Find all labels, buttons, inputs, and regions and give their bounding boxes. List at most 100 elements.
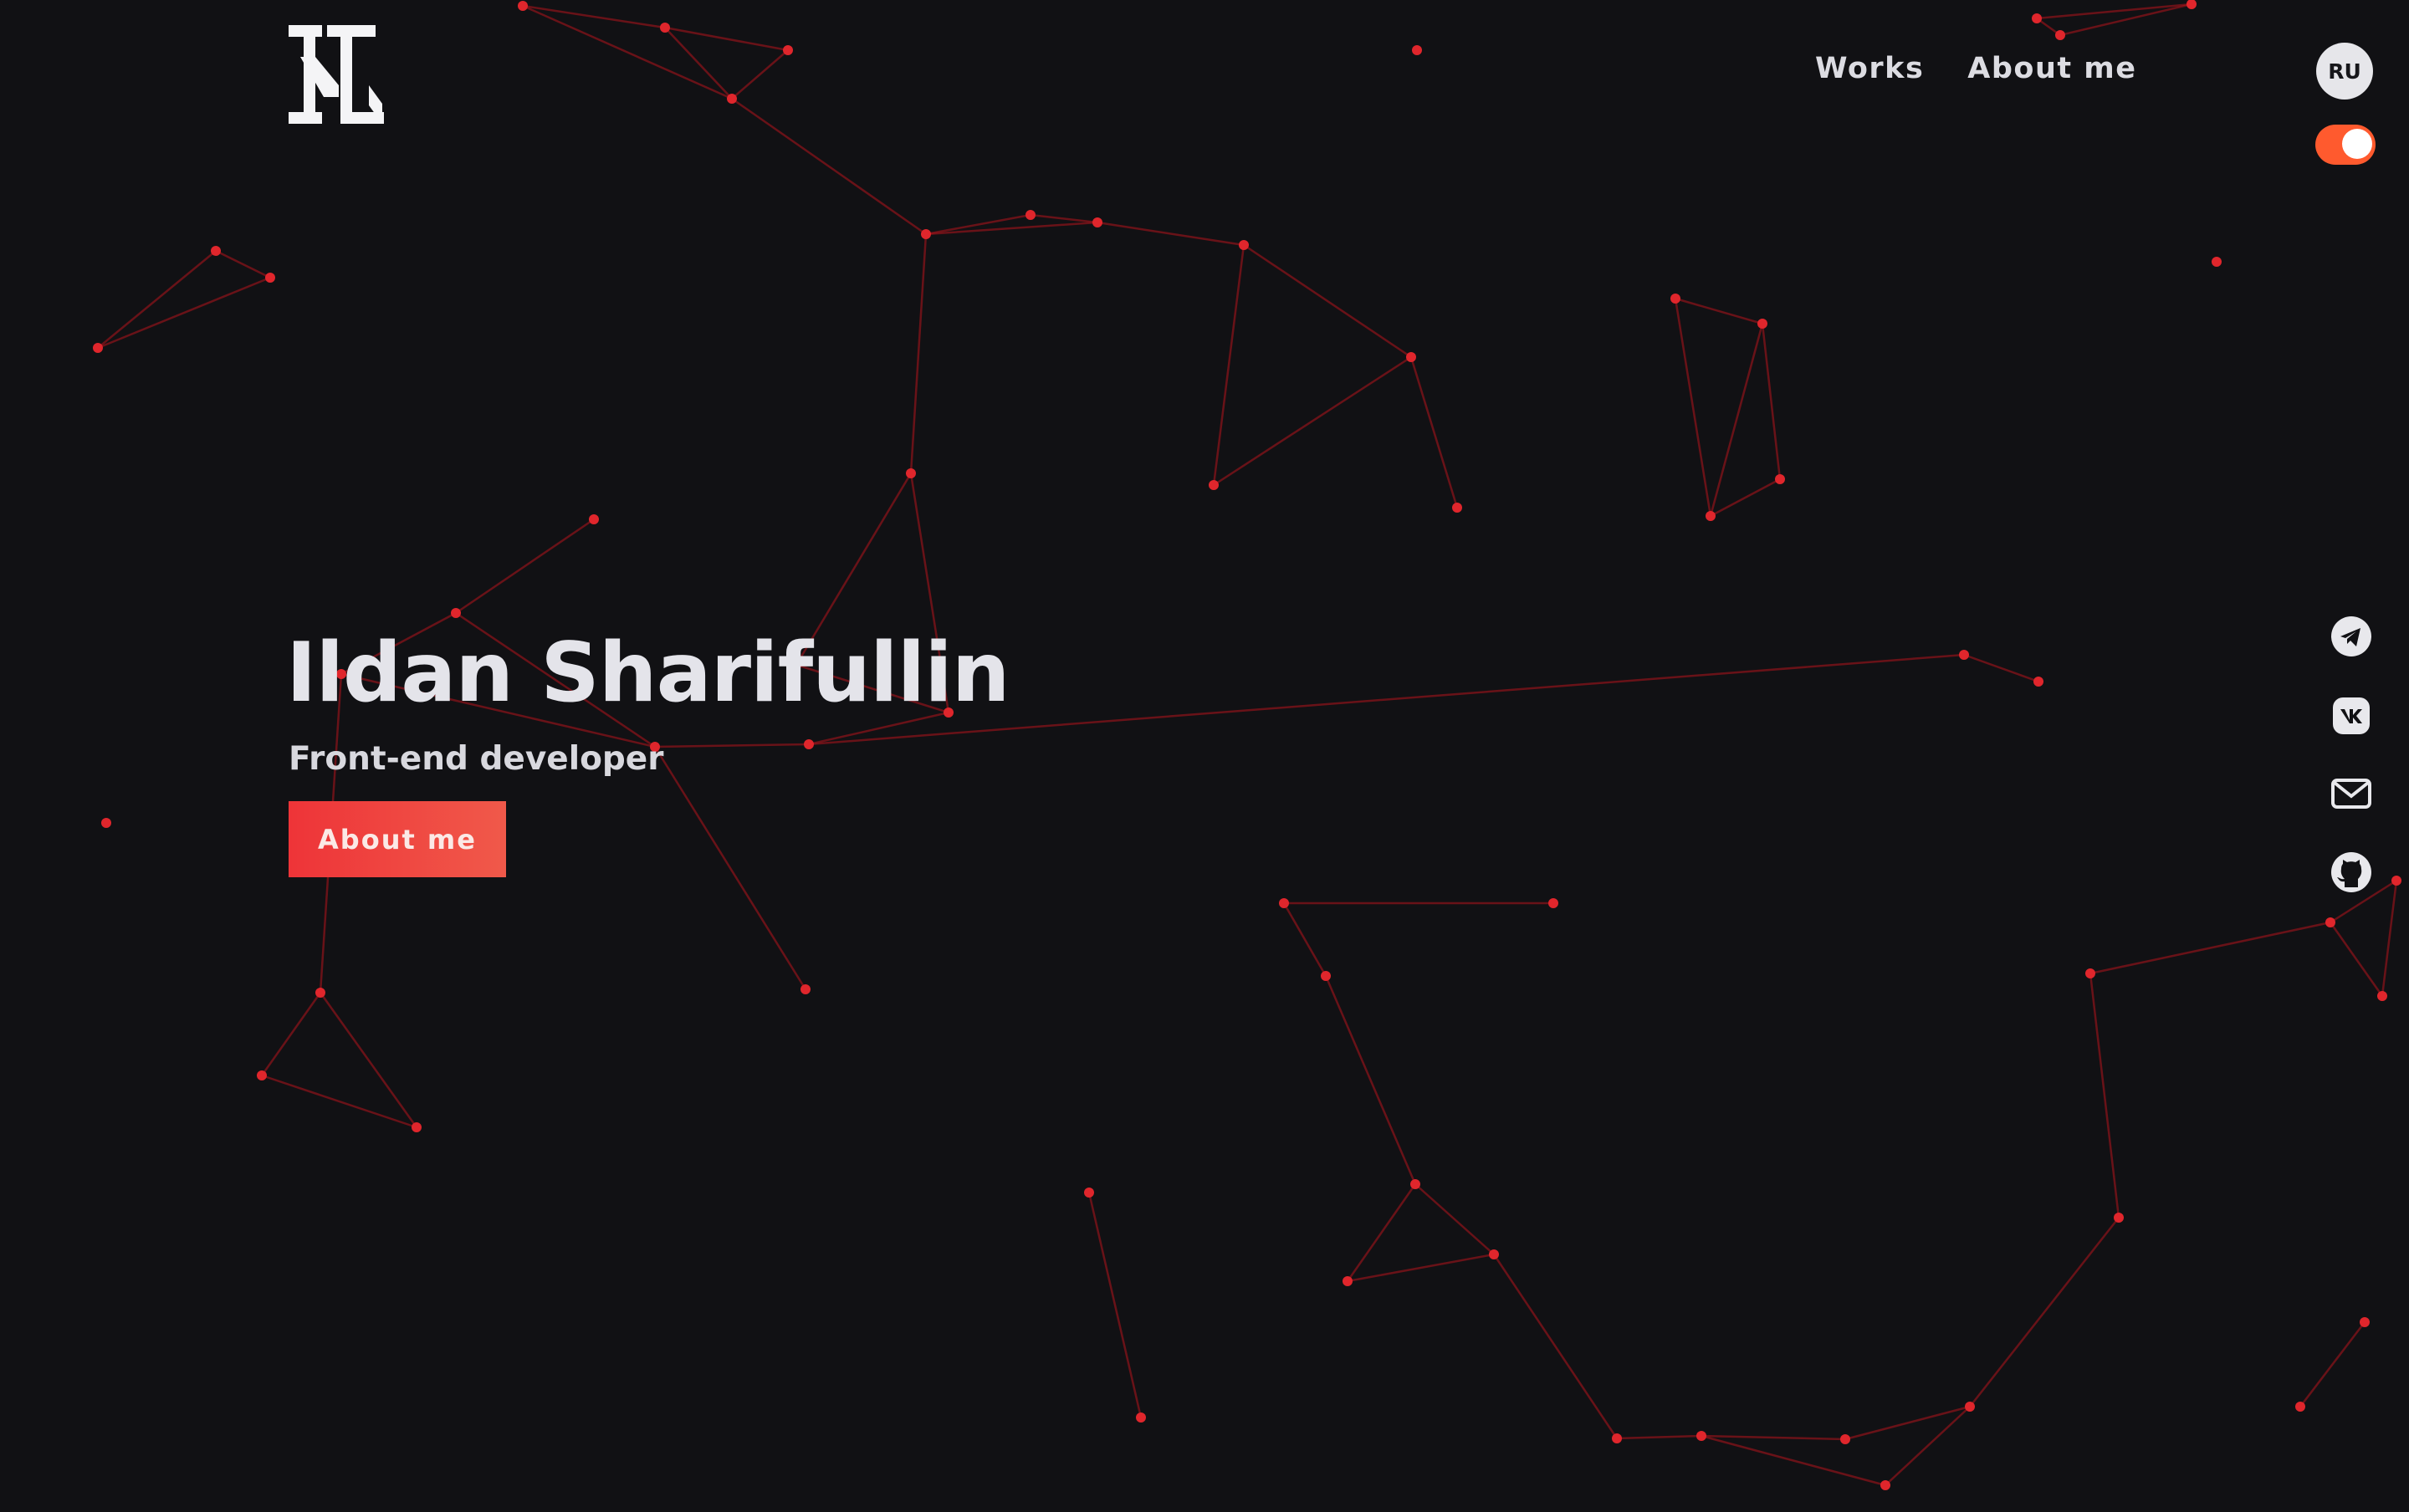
theme-toggle-switch[interactable] xyxy=(2315,125,2376,165)
il-monogram-logo[interactable] xyxy=(289,25,389,125)
network-link xyxy=(1087,1192,1143,1418)
network-node xyxy=(1612,1433,1622,1443)
network-link xyxy=(1346,1183,1417,1282)
network-node xyxy=(1489,1249,1499,1259)
network-link xyxy=(1709,323,1764,517)
network-node xyxy=(2114,1213,2124,1223)
network-node xyxy=(315,988,325,998)
network-node xyxy=(1412,45,1422,55)
network-link xyxy=(1030,213,1098,224)
network-node xyxy=(800,984,811,994)
network-link xyxy=(1616,1434,1702,1440)
network-link xyxy=(1324,975,1417,1185)
network-link xyxy=(1282,902,1327,977)
network-link xyxy=(319,992,418,1128)
network-node xyxy=(101,818,111,828)
network-link xyxy=(1710,478,1781,518)
network-node xyxy=(1840,1434,1850,1444)
telegram-icon[interactable] xyxy=(2330,616,2372,657)
main-nav: Works About me xyxy=(1815,52,2137,85)
mail-icon[interactable] xyxy=(2330,773,2372,815)
network-node xyxy=(1084,1188,1094,1198)
network-link xyxy=(522,4,733,100)
network-link xyxy=(1963,653,2039,683)
network-link xyxy=(731,49,789,100)
network-node xyxy=(906,468,916,478)
network-link xyxy=(1492,1254,1619,1439)
network-link xyxy=(1969,1217,2120,1407)
network-node xyxy=(265,273,275,283)
network-link xyxy=(1097,221,1245,247)
network-link xyxy=(2381,880,2398,997)
network-link xyxy=(1414,1183,1495,1255)
network-node xyxy=(921,229,931,239)
network-node xyxy=(804,739,814,749)
hero-title: Ildan Sharifullin xyxy=(286,626,1010,721)
network-link xyxy=(1761,323,1782,480)
network-link xyxy=(1347,1253,1495,1283)
network-node xyxy=(2377,991,2387,1001)
network-link xyxy=(1213,355,1412,487)
network-link xyxy=(925,221,1098,236)
network-node xyxy=(1025,210,1036,220)
network-node xyxy=(2187,0,2197,9)
network-node xyxy=(1965,1402,1975,1412)
vk-icon[interactable] xyxy=(2330,695,2372,737)
network-link xyxy=(2089,973,2120,1218)
network-node xyxy=(783,45,793,55)
network-link xyxy=(260,992,322,1076)
network-node xyxy=(257,1070,267,1080)
network-link xyxy=(654,743,810,748)
network-node xyxy=(1321,971,1331,981)
nav-link-works[interactable]: Works xyxy=(1815,52,1924,85)
network-node xyxy=(2055,30,2065,40)
network-node xyxy=(1452,503,1462,513)
toggle-knob xyxy=(2342,129,2372,159)
network-node xyxy=(1706,511,1716,521)
network-node xyxy=(2325,917,2335,927)
network-link xyxy=(2299,1321,2366,1407)
network-link xyxy=(1675,297,1763,325)
network-node xyxy=(589,514,599,524)
network-node xyxy=(1959,650,1969,660)
network-node xyxy=(2032,13,2042,23)
about-me-button[interactable]: About me xyxy=(289,801,506,877)
network-link xyxy=(2036,3,2192,20)
network-node xyxy=(2033,677,2043,687)
network-node xyxy=(2085,968,2095,978)
network-node xyxy=(1757,319,1767,329)
network-node xyxy=(727,94,737,104)
network-node xyxy=(93,343,103,353)
network-link xyxy=(2059,3,2192,37)
network-node xyxy=(1410,1179,1420,1189)
network-node xyxy=(2391,876,2401,886)
network-node xyxy=(1406,352,1416,362)
network-link xyxy=(2089,921,2331,975)
network-node xyxy=(1880,1480,1890,1490)
network-link xyxy=(1409,356,1459,508)
network-link xyxy=(909,233,928,474)
network-node xyxy=(1239,240,1249,250)
network-link xyxy=(97,276,271,350)
nav-link-about[interactable]: About me xyxy=(1967,52,2136,85)
network-link xyxy=(653,746,807,990)
network-node xyxy=(2212,257,2222,267)
network-node xyxy=(1092,217,1102,227)
network-link xyxy=(1212,244,1245,486)
hero-subtitle: Front-end developer xyxy=(289,740,664,778)
github-icon[interactable] xyxy=(2330,851,2372,893)
network-node xyxy=(1136,1412,1146,1423)
network-node xyxy=(1343,1276,1353,1286)
network-node xyxy=(211,246,221,256)
network-node xyxy=(1670,294,1680,304)
network-node xyxy=(1209,480,1219,490)
language-switch-button[interactable]: RU xyxy=(2316,43,2373,100)
network-node xyxy=(660,23,670,33)
network-link xyxy=(731,97,927,236)
network-link xyxy=(1701,1434,1846,1441)
network-link xyxy=(2329,922,2384,997)
network-link xyxy=(215,249,271,279)
network-node xyxy=(1775,474,1785,484)
network-node xyxy=(1696,1431,1706,1441)
network-link xyxy=(97,250,217,349)
